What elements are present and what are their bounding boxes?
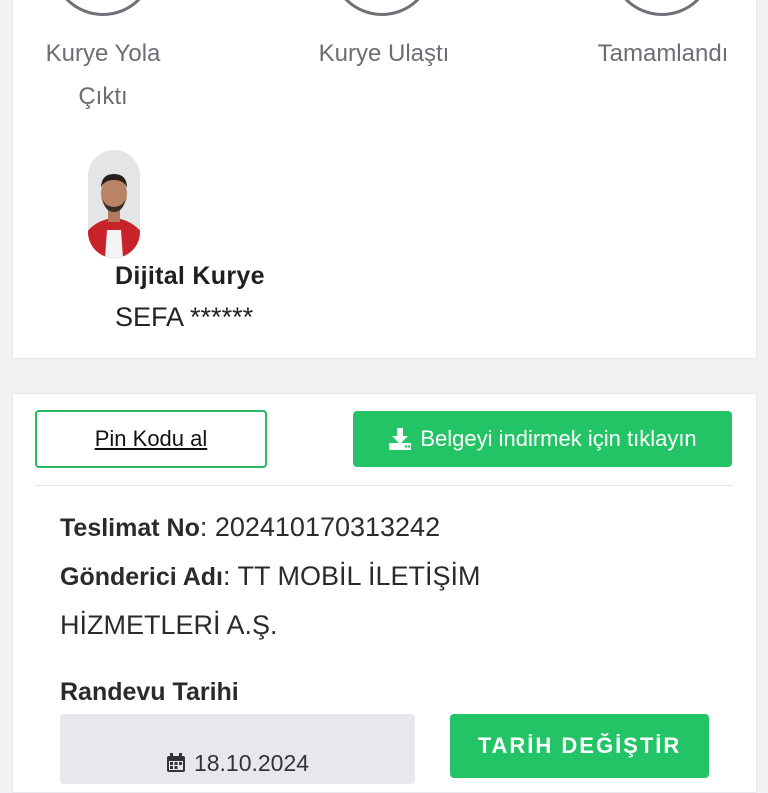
download-document-button[interactable]: Belgeyi indirmek için tıklayın (353, 411, 732, 467)
courier-avatar (88, 150, 140, 258)
sender-name-label: Gönderici Adı (60, 563, 223, 591)
courier-title: Dijital Kurye (115, 262, 265, 290)
step-label-arrived: Kurye Ulaştı (318, 40, 450, 67)
pin-code-button[interactable]: Pin Kodu al (35, 410, 267, 468)
courier-name: SEFA ****** (115, 302, 254, 332)
calendar-icon (166, 753, 185, 772)
divider (35, 485, 733, 486)
download-icon (389, 428, 412, 450)
change-date-label: TARİH DEĞİŞTİR (477, 733, 682, 758)
appointment-date-value: 18.10.2024 (193, 749, 310, 776)
appointment-date-field: 18.10.2024 (60, 714, 415, 784)
download-document-label: Belgeyi indirmek için tıklayın (420, 426, 697, 451)
sender-name-row: Gönderici Adı: TT MOBİL İLETİŞİM HİZMETL… (60, 552, 620, 649)
step-label-completed: Tamamlandı (597, 40, 729, 67)
delivery-number-row: Teslimat No: 202410170313242 (60, 503, 440, 552)
delivery-number-label: Teslimat No (60, 514, 200, 542)
change-date-button[interactable]: TARİH DEĞİŞTİR (450, 714, 709, 778)
pin-code-label: Pin Kodu al (94, 426, 208, 451)
step-label-on-the-way: Kurye Yola Çıktı (45, 40, 161, 110)
delivery-number-value: : 202410170313242 (199, 512, 441, 542)
appointment-date-label: Randevu Tarihi (60, 678, 239, 706)
